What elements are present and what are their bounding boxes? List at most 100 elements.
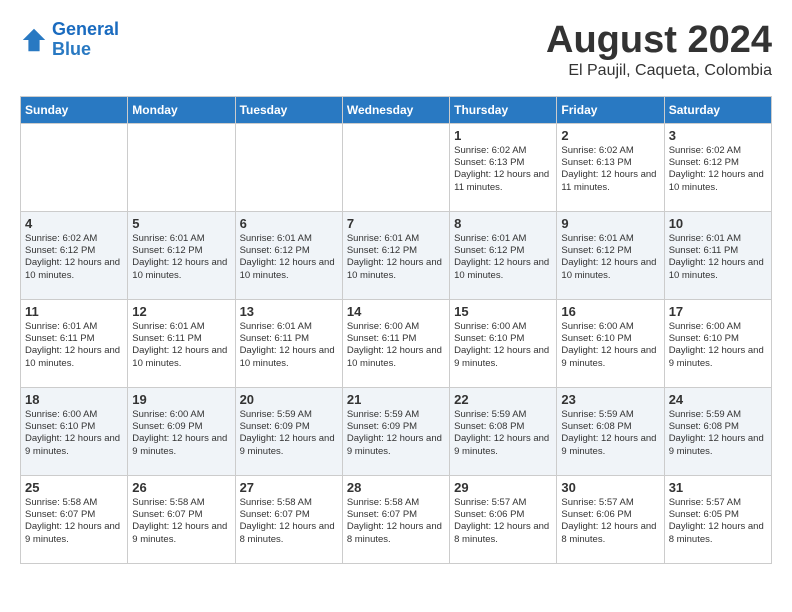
cell-text: Sunset: 6:09 PM xyxy=(240,421,338,433)
calendar-cell: 2Sunrise: 6:02 AMSunset: 6:13 PMDaylight… xyxy=(557,123,664,211)
cell-text: Sunset: 6:09 PM xyxy=(347,421,445,433)
cell-text: Sunset: 6:06 PM xyxy=(561,509,659,521)
cell-text: Sunset: 6:12 PM xyxy=(25,245,123,257)
cell-text: Sunset: 6:10 PM xyxy=(25,421,123,433)
calendar-table: SundayMondayTuesdayWednesdayThursdayFrid… xyxy=(20,96,772,564)
day-number: 14 xyxy=(347,304,445,319)
day-number: 10 xyxy=(669,216,767,231)
day-number: 28 xyxy=(347,480,445,495)
day-number: 9 xyxy=(561,216,659,231)
cell-text: Sunrise: 5:58 AM xyxy=(132,497,230,509)
day-number: 16 xyxy=(561,304,659,319)
title-block: August 2024 El Paujil, Caqueta, Colombia xyxy=(546,20,772,80)
cell-text: Daylight: 12 hours and 9 minutes. xyxy=(132,433,230,458)
cell-text: Sunrise: 6:01 AM xyxy=(240,233,338,245)
page-header: General Blue August 2024 El Paujil, Caqu… xyxy=(20,20,772,80)
day-number: 7 xyxy=(347,216,445,231)
calendar-cell: 21Sunrise: 5:59 AMSunset: 6:09 PMDayligh… xyxy=(342,387,449,475)
cell-text: Sunrise: 6:02 AM xyxy=(454,145,552,157)
logo: General Blue xyxy=(20,20,119,60)
day-number: 23 xyxy=(561,392,659,407)
calendar-cell: 10Sunrise: 6:01 AMSunset: 6:11 PMDayligh… xyxy=(664,211,771,299)
cell-text: Daylight: 12 hours and 8 minutes. xyxy=(561,521,659,546)
calendar-week-row: 25Sunrise: 5:58 AMSunset: 6:07 PMDayligh… xyxy=(21,475,772,563)
cell-text: Sunset: 6:13 PM xyxy=(561,157,659,169)
day-number: 3 xyxy=(669,128,767,143)
logo-line2: Blue xyxy=(52,39,91,59)
calendar-cell: 5Sunrise: 6:01 AMSunset: 6:12 PMDaylight… xyxy=(128,211,235,299)
cell-text: Sunset: 6:08 PM xyxy=(669,421,767,433)
cell-text: Daylight: 12 hours and 9 minutes. xyxy=(669,345,767,370)
cell-text: Daylight: 12 hours and 10 minutes. xyxy=(347,345,445,370)
cell-text: Sunrise: 5:57 AM xyxy=(669,497,767,509)
cell-text: Sunset: 6:06 PM xyxy=(454,509,552,521)
cell-text: Sunrise: 5:59 AM xyxy=(240,409,338,421)
cell-text: Sunset: 6:05 PM xyxy=(669,509,767,521)
calendar-cell: 12Sunrise: 6:01 AMSunset: 6:11 PMDayligh… xyxy=(128,299,235,387)
cell-text: Daylight: 12 hours and 8 minutes. xyxy=(454,521,552,546)
calendar-cell: 22Sunrise: 5:59 AMSunset: 6:08 PMDayligh… xyxy=(450,387,557,475)
cell-text: Sunset: 6:10 PM xyxy=(669,333,767,345)
cell-text: Daylight: 12 hours and 11 minutes. xyxy=(561,169,659,194)
logo-line1: General xyxy=(52,19,119,39)
cell-text: Sunset: 6:07 PM xyxy=(347,509,445,521)
cell-text: Sunrise: 5:59 AM xyxy=(347,409,445,421)
cell-text: Sunrise: 6:01 AM xyxy=(240,321,338,333)
cell-text: Sunrise: 6:00 AM xyxy=(454,321,552,333)
calendar-cell: 9Sunrise: 6:01 AMSunset: 6:12 PMDaylight… xyxy=(557,211,664,299)
calendar-week-row: 4Sunrise: 6:02 AMSunset: 6:12 PMDaylight… xyxy=(21,211,772,299)
calendar-header-row: SundayMondayTuesdayWednesdayThursdayFrid… xyxy=(21,96,772,123)
cell-text: Sunrise: 5:58 AM xyxy=(347,497,445,509)
day-number: 5 xyxy=(132,216,230,231)
cell-text: Sunrise: 5:58 AM xyxy=(240,497,338,509)
cell-text: Daylight: 12 hours and 9 minutes. xyxy=(347,433,445,458)
day-number: 4 xyxy=(25,216,123,231)
cell-text: Sunrise: 6:00 AM xyxy=(25,409,123,421)
calendar-cell: 15Sunrise: 6:00 AMSunset: 6:10 PMDayligh… xyxy=(450,299,557,387)
calendar-week-row: 1Sunrise: 6:02 AMSunset: 6:13 PMDaylight… xyxy=(21,123,772,211)
cell-text: Daylight: 12 hours and 9 minutes. xyxy=(240,433,338,458)
cell-text: Sunset: 6:12 PM xyxy=(132,245,230,257)
day-number: 22 xyxy=(454,392,552,407)
cell-text: Sunset: 6:08 PM xyxy=(561,421,659,433)
cell-text: Sunset: 6:10 PM xyxy=(561,333,659,345)
day-number: 25 xyxy=(25,480,123,495)
weekday-header: Saturday xyxy=(664,96,771,123)
calendar-cell: 13Sunrise: 6:01 AMSunset: 6:11 PMDayligh… xyxy=(235,299,342,387)
cell-text: Daylight: 12 hours and 9 minutes. xyxy=(25,433,123,458)
calendar-cell: 18Sunrise: 6:00 AMSunset: 6:10 PMDayligh… xyxy=(21,387,128,475)
cell-text: Daylight: 12 hours and 10 minutes. xyxy=(132,345,230,370)
day-number: 15 xyxy=(454,304,552,319)
cell-text: Sunrise: 5:57 AM xyxy=(561,497,659,509)
day-number: 20 xyxy=(240,392,338,407)
calendar-cell: 6Sunrise: 6:01 AMSunset: 6:12 PMDaylight… xyxy=(235,211,342,299)
cell-text: Daylight: 12 hours and 9 minutes. xyxy=(669,433,767,458)
cell-text: Sunrise: 6:02 AM xyxy=(25,233,123,245)
cell-text: Daylight: 12 hours and 9 minutes. xyxy=(561,433,659,458)
cell-text: Daylight: 12 hours and 8 minutes. xyxy=(240,521,338,546)
page-subtitle: El Paujil, Caqueta, Colombia xyxy=(546,62,772,80)
cell-text: Sunset: 6:11 PM xyxy=(25,333,123,345)
calendar-cell xyxy=(21,123,128,211)
calendar-cell: 31Sunrise: 5:57 AMSunset: 6:05 PMDayligh… xyxy=(664,475,771,563)
calendar-cell xyxy=(128,123,235,211)
day-number: 1 xyxy=(454,128,552,143)
calendar-week-row: 11Sunrise: 6:01 AMSunset: 6:11 PMDayligh… xyxy=(21,299,772,387)
cell-text: Sunset: 6:13 PM xyxy=(454,157,552,169)
cell-text: Daylight: 12 hours and 10 minutes. xyxy=(669,169,767,194)
cell-text: Sunset: 6:08 PM xyxy=(454,421,552,433)
weekday-header: Wednesday xyxy=(342,96,449,123)
calendar-cell: 8Sunrise: 6:01 AMSunset: 6:12 PMDaylight… xyxy=(450,211,557,299)
day-number: 12 xyxy=(132,304,230,319)
calendar-cell: 14Sunrise: 6:00 AMSunset: 6:11 PMDayligh… xyxy=(342,299,449,387)
calendar-cell: 16Sunrise: 6:00 AMSunset: 6:10 PMDayligh… xyxy=(557,299,664,387)
cell-text: Daylight: 12 hours and 8 minutes. xyxy=(347,521,445,546)
cell-text: Daylight: 12 hours and 10 minutes. xyxy=(25,257,123,282)
day-number: 2 xyxy=(561,128,659,143)
cell-text: Sunrise: 6:01 AM xyxy=(561,233,659,245)
cell-text: Sunset: 6:11 PM xyxy=(240,333,338,345)
calendar-cell: 3Sunrise: 6:02 AMSunset: 6:12 PMDaylight… xyxy=(664,123,771,211)
day-number: 31 xyxy=(669,480,767,495)
cell-text: Sunrise: 6:01 AM xyxy=(132,321,230,333)
cell-text: Sunset: 6:09 PM xyxy=(132,421,230,433)
